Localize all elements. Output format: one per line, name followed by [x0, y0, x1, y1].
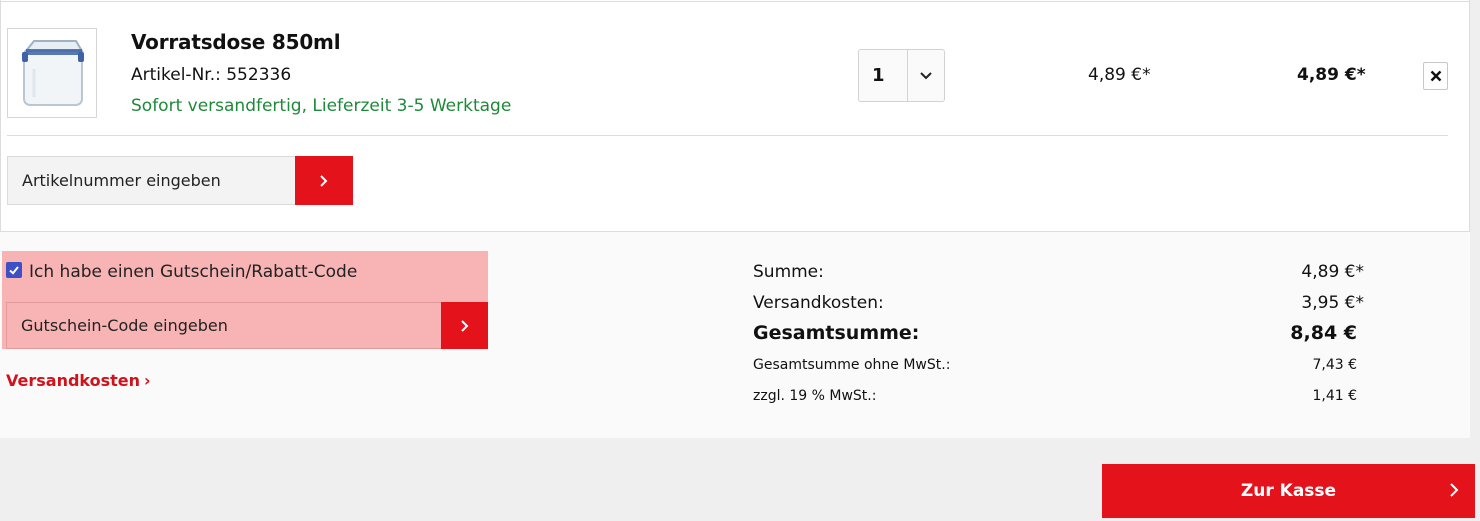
quantity-dropdown-toggle[interactable]: [907, 50, 944, 101]
chevron-down-icon: [920, 71, 932, 79]
grand-total-value: 8,84 €: [1290, 322, 1357, 344]
checkout-button[interactable]: Zur Kasse: [1102, 464, 1475, 518]
grand-total-label: Gesamtsumme:: [753, 322, 920, 344]
checkmark-icon: [9, 266, 19, 275]
chevron-right-icon: [460, 319, 468, 332]
shipping-label: Versandkosten:: [753, 293, 884, 313]
shipping-costs-link[interactable]: Versandkosten ›: [6, 371, 151, 390]
quantity-value: 1: [872, 65, 885, 86]
checkout-button-label: Zur Kasse: [1240, 481, 1337, 501]
chevron-right-icon: [320, 174, 328, 187]
shipping-costs-link-label: Versandkosten: [6, 371, 141, 390]
unit-price: 4,89 €*: [1088, 65, 1151, 85]
chevron-right-icon: [1450, 483, 1459, 497]
close-icon: [1430, 70, 1441, 82]
coupon-checkbox-label[interactable]: Ich habe einen Gutschein/Rabatt-Code: [29, 262, 357, 282]
vat-label: zzgl. 19 % MwSt.:: [753, 388, 877, 404]
article-number-submit-button[interactable]: [295, 156, 353, 205]
net-total-label: Gesamtsumme ohne MwSt.:: [753, 357, 951, 373]
subtotal-value: 4,89 €*: [1301, 262, 1364, 282]
article-number-form: [7, 156, 353, 205]
product-sku: Artikel-Nr.: 552336: [131, 65, 292, 85]
shipping-value: 3,95 €*: [1301, 293, 1364, 313]
top-divider: [0, 1, 1470, 2]
article-number-input[interactable]: [7, 156, 295, 205]
coupon-checkbox[interactable]: [6, 262, 22, 278]
line-total-price: 4,89 €*: [1297, 65, 1366, 85]
coupon-submit-button[interactable]: [441, 302, 488, 349]
subtotal-label: Summe:: [753, 262, 824, 282]
vat-value: 1,41 €: [1312, 388, 1357, 404]
remove-item-button[interactable]: [1423, 62, 1448, 90]
container-icon: [22, 40, 84, 106]
quantity-select[interactable]: 1: [858, 49, 945, 102]
coupon-code-input[interactable]: [6, 302, 441, 349]
chevron-right-icon: ›: [144, 371, 151, 390]
product-title[interactable]: Vorratsdose 850ml: [131, 30, 341, 54]
item-divider: [7, 135, 1448, 136]
net-total-value: 7,43 €: [1312, 357, 1357, 373]
product-thumbnail[interactable]: [7, 28, 97, 118]
delivery-status: Sofort versandfertig, Lieferzeit 3-5 Wer…: [131, 96, 512, 116]
